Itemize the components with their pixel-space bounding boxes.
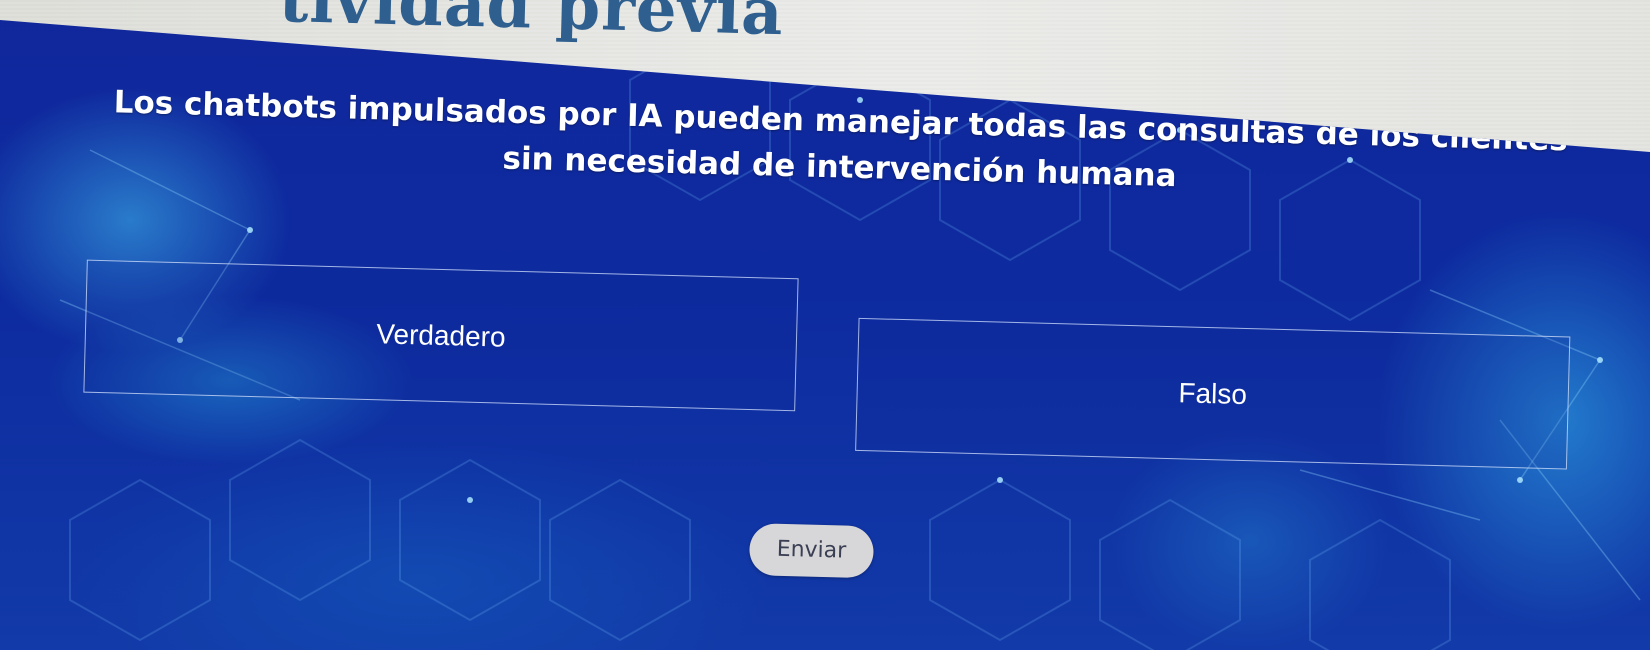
quiz-content: Los chatbots impulsados por IA pueden ma…	[0, 20, 1650, 650]
question-text: Los chatbots impulsados por IA pueden ma…	[113, 84, 1569, 195]
quiz-panel: Los chatbots impulsados por IA pueden ma…	[0, 20, 1650, 650]
screen: tividad previa Los chatbots impulsados p…	[0, 0, 1650, 650]
submit-button[interactable]: Enviar	[748, 523, 875, 579]
option-true-label: Verdadero	[376, 317, 506, 353]
option-false-label: Falso	[1178, 376, 1248, 410]
option-false-button[interactable]: Falso	[855, 317, 1571, 470]
activity-heading: tividad previa	[278, 0, 785, 51]
option-true-button[interactable]: Verdadero	[83, 259, 799, 412]
